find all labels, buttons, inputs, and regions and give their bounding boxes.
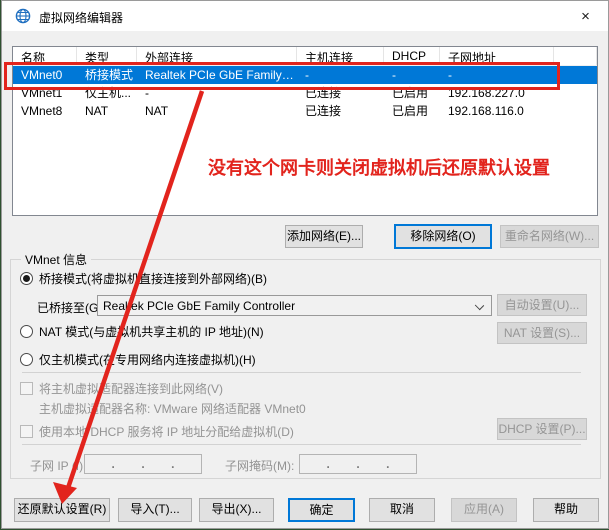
cell-dhcp: 已启用 xyxy=(384,84,440,102)
checkbox-adapter-icon[interactable] xyxy=(20,382,33,395)
ip-dot: . xyxy=(171,457,174,471)
cell-name: VMnet1 xyxy=(13,84,77,102)
title-bar: 虚拟网络编辑器 × xyxy=(2,1,608,31)
subnet-mask-label: 子网掩码(M): xyxy=(225,457,294,474)
hostonly-mode-option[interactable]: 仅主机模式(在专用网络内连接虚拟机)(H) xyxy=(20,351,256,368)
adapter-checkbox-label: 将主机虚拟适配器连接到此网络(V) xyxy=(39,380,223,397)
apply-button[interactable]: 应用(A) xyxy=(451,498,517,522)
annotation-note: 没有这个网卡则关闭虚拟机后还原默认设置 xyxy=(208,154,550,180)
nat-radio-label: NAT 模式(与虚拟机共享主机的 IP 地址)(N) xyxy=(39,323,264,340)
export-button[interactable]: 导出(X)... xyxy=(199,498,274,522)
cell-external: - xyxy=(137,84,297,102)
cell-host: 已连接 xyxy=(297,102,384,120)
dhcp-settings-button[interactable]: DHCP 设置(P)... xyxy=(497,418,587,440)
cell-subnet: 192.168.227.0 xyxy=(440,84,554,102)
vmnet-info-label: VMnet 信息 xyxy=(21,251,91,268)
adapter-connect-option[interactable]: 将主机虚拟适配器连接到此网络(V) xyxy=(20,380,223,397)
ok-button[interactable]: 确定 xyxy=(288,498,355,522)
cell-external: NAT xyxy=(137,102,297,120)
checkbox-dhcp-icon[interactable] xyxy=(20,425,33,438)
chevron-down-icon xyxy=(475,301,484,310)
nat-mode-option[interactable]: NAT 模式(与虚拟机共享主机的 IP 地址)(N) xyxy=(20,323,264,340)
divider xyxy=(22,372,581,373)
table-row-vmnet0[interactable]: VMnet0 桥接模式 Realtek PCIe GbE Family Co..… xyxy=(13,66,597,84)
bridged-adapter-select[interactable]: Realtek PCIe GbE Family Controller xyxy=(97,295,492,316)
window-title: 虚拟网络编辑器 xyxy=(39,9,123,26)
ip-dot: . xyxy=(326,457,329,471)
column-header-subnet[interactable]: 子网地址 xyxy=(440,47,554,65)
rename-network-button[interactable]: 重命名网络(W)... xyxy=(500,225,599,248)
subnet-mask-input[interactable]: . . . xyxy=(299,454,417,474)
adapter-name-text: 主机虚拟适配器名称: VMware 网络适配器 VMnet0 xyxy=(39,400,306,417)
ip-dot: . xyxy=(141,457,144,471)
bridged-mode-option[interactable]: 桥接模式(将虚拟机直接连接到外部网络)(B) xyxy=(20,270,267,287)
column-header-spacer xyxy=(554,47,597,65)
virtual-network-editor-dialog: 虚拟网络编辑器 × 名称 类型 外部连接 主机连接 DHCP 子网地址 VMne… xyxy=(1,0,609,529)
radio-bridged-icon[interactable] xyxy=(20,272,33,285)
cell-type: 仅主机... xyxy=(77,84,137,102)
auto-settings-button[interactable]: 自动设置(U)... xyxy=(497,294,587,316)
ip-dot: . xyxy=(111,457,114,471)
import-button[interactable]: 导入(T)... xyxy=(118,498,192,522)
nat-settings-button[interactable]: NAT 设置(S)... xyxy=(497,322,587,344)
table-row-vmnet1[interactable]: VMnet1 仅主机... - 已连接 已启用 192.168.227.0 xyxy=(13,84,597,102)
subnet-ip-input[interactable]: . . . xyxy=(84,454,202,474)
table-row-vmnet8[interactable]: VMnet8 NAT NAT 已连接 已启用 192.168.116.0 xyxy=(13,102,597,120)
cell-dhcp: 已启用 xyxy=(384,102,440,120)
bridged-adapter-value: Realtek PCIe GbE Family Controller xyxy=(98,299,295,313)
radio-hostonly-icon[interactable] xyxy=(20,353,33,366)
close-icon: × xyxy=(581,8,590,25)
cell-subnet: - xyxy=(440,66,554,84)
cell-subnet: 192.168.116.0 xyxy=(440,102,554,120)
cell-type: NAT xyxy=(77,102,137,120)
restore-defaults-button[interactable]: 还原默认设置(R) xyxy=(14,498,110,522)
cell-host: 已连接 xyxy=(297,84,384,102)
divider xyxy=(22,444,581,445)
cell-host: - xyxy=(297,66,384,84)
cell-name: VMnet0 xyxy=(13,66,77,84)
cell-type: 桥接模式 xyxy=(77,66,137,84)
network-list-header: 名称 类型 外部连接 主机连接 DHCP 子网地址 xyxy=(13,47,597,66)
cell-external: Realtek PCIe GbE Family Co... xyxy=(137,66,297,84)
cell-name: VMnet8 xyxy=(13,102,77,120)
column-header-external[interactable]: 外部连接 xyxy=(137,47,297,65)
column-header-dhcp[interactable]: DHCP xyxy=(384,47,440,65)
help-button[interactable]: 帮助 xyxy=(533,498,599,522)
ip-dot: . xyxy=(356,457,359,471)
bridged-to-label: 已桥接至(G): xyxy=(37,299,106,316)
radio-nat-icon[interactable] xyxy=(20,325,33,338)
network-globe-icon xyxy=(15,8,31,24)
ip-dot: . xyxy=(386,457,389,471)
cell-dhcp: - xyxy=(384,66,440,84)
remove-network-button[interactable]: 移除网络(O) xyxy=(394,224,492,249)
subnet-ip-label: 子网 IP (I): xyxy=(30,457,86,474)
column-header-host[interactable]: 主机连接 xyxy=(297,47,384,65)
bridged-radio-label: 桥接模式(将虚拟机直接连接到外部网络)(B) xyxy=(39,270,267,287)
column-header-name[interactable]: 名称 xyxy=(13,47,77,65)
close-button[interactable]: × xyxy=(563,1,608,31)
dhcp-checkbox-label: 使用本地 DHCP 服务将 IP 地址分配给虚拟机(D) xyxy=(39,423,294,440)
cancel-button[interactable]: 取消 xyxy=(369,498,435,522)
vmnet-info-group: VMnet 信息 xyxy=(10,259,601,479)
hostonly-radio-label: 仅主机模式(在专用网络内连接虚拟机)(H) xyxy=(39,351,256,368)
dhcp-service-option[interactable]: 使用本地 DHCP 服务将 IP 地址分配给虚拟机(D) xyxy=(20,423,294,440)
add-network-button[interactable]: 添加网络(E)... xyxy=(285,225,363,248)
column-header-type[interactable]: 类型 xyxy=(77,47,137,65)
network-list[interactable]: 名称 类型 外部连接 主机连接 DHCP 子网地址 VMnet0 桥接模式 Re… xyxy=(12,46,598,216)
